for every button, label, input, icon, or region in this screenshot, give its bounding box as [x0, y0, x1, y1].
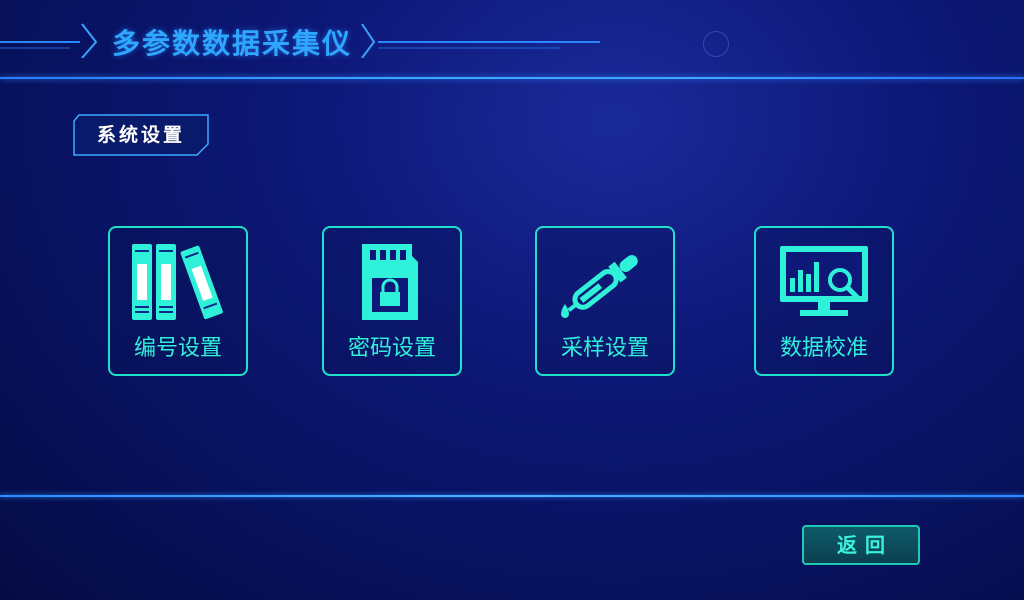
header-bar: 多参数数据采集仪 — [0, 0, 1024, 82]
books-icon — [132, 244, 223, 320]
tile-sampling-settings[interactable]: 采样设置 — [535, 226, 675, 376]
dropper-icon — [561, 255, 638, 318]
footer-divider — [0, 495, 1024, 497]
monitor-chart-search-icon — [780, 246, 868, 316]
tile-password-settings[interactable]: 密码设置 — [322, 226, 462, 376]
tile-label: 数据校准 — [779, 336, 868, 361]
section-title: 系统设置 — [96, 124, 185, 146]
back-button[interactable]: 返回 — [802, 525, 920, 565]
app-title: 多参数数据采集仪 — [112, 27, 353, 60]
tile-id-settings[interactable]: 编号设置 — [108, 226, 248, 376]
header-divider — [0, 77, 1024, 79]
tile-label: 密码设置 — [347, 336, 436, 361]
sd-card-lock-icon — [362, 244, 418, 320]
tile-data-calibration[interactable]: 数据校准 — [754, 226, 894, 376]
tile-label: 采样设置 — [560, 336, 649, 361]
tile-label: 编号设置 — [133, 336, 222, 361]
header-circle-decoration — [703, 31, 729, 57]
